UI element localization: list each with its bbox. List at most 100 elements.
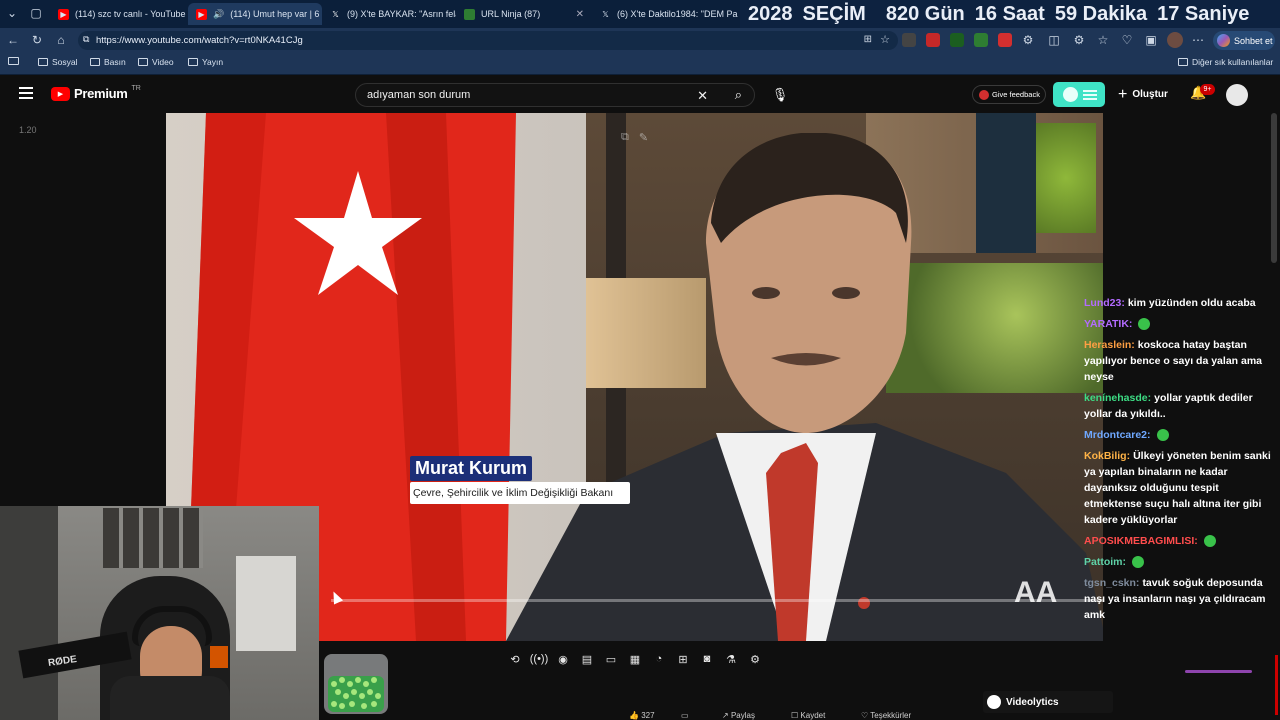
videolytics-button[interactable]: Videolytics <box>983 691 1113 713</box>
tab-title: (114) szc tv canlı - YouTube <box>75 9 186 19</box>
tab-3[interactable]: URL Ninja (87) ✕ <box>456 3 592 25</box>
back-icon[interactable]: ← <box>5 32 21 48</box>
bookmark-label: Diğer sık kullanılanlar <box>1192 57 1274 67</box>
address-bar[interactable]: ⧉ https://www.youtube.com/watch?v=rt0NKA… <box>78 31 898 50</box>
extension-icon[interactable] <box>926 33 940 47</box>
videolytics-label: Videolytics <box>1006 696 1059 708</box>
screenshot-camera-icon[interactable]: ◙ <box>698 650 716 668</box>
theater-mode-icon[interactable]: ▦ <box>626 650 644 668</box>
extension-toggle-button[interactable] <box>1053 82 1105 107</box>
live-broadcast-icon[interactable]: ((•)) <box>530 650 549 668</box>
chat-username[interactable]: APOSIKMEBAGIMLISI: <box>1084 535 1198 547</box>
favorites-icon[interactable]: ☆ <box>1095 32 1111 48</box>
speaker-title: Çevre, Şehircilik ve İklim Değişikliği B… <box>410 482 630 504</box>
thanks-label: Teşekkürler <box>870 711 912 720</box>
search-value: adıyaman son durum <box>367 89 471 101</box>
account-avatar[interactable] <box>1226 84 1248 106</box>
edit-icon[interactable]: ✎ <box>639 131 648 144</box>
workspaces-icon[interactable]: ▢ <box>28 5 44 21</box>
home-icon[interactable]: ⌂ <box>53 32 69 48</box>
feedback-label: Give feedback <box>992 90 1040 99</box>
search-icon[interactable]: ⌕ <box>735 87 742 103</box>
more-menu-icon[interactable]: ⋯ <box>1190 32 1206 48</box>
site-info-icon[interactable]: ⧉ <box>83 34 89 45</box>
copilot-chat-label: Sohbet et <box>1234 35 1273 46</box>
speed-gauge-icon[interactable]: ◔ <box>650 650 668 668</box>
settings-gear-icon[interactable]: ⚙ <box>746 650 764 668</box>
profile-avatar[interactable] <box>1167 32 1183 48</box>
hamburger-menu-icon[interactable] <box>19 87 33 99</box>
chat-username[interactable]: Mrdontcare2: <box>1084 429 1151 441</box>
extension-icon[interactable] <box>902 33 916 47</box>
speaker-icon: 🔊 <box>213 8 225 19</box>
loop-icon[interactable]: ⟲ <box>506 650 524 668</box>
split-screen-icon[interactable]: ◫ <box>1046 32 1062 48</box>
left-black-strip: 1.20 <box>0 113 166 507</box>
tab-2[interactable]: 𝕏 (9) X'te BAYKAR: "Asrın felak ✕ <box>322 3 456 25</box>
extensions-puzzle-icon[interactable]: ⚙ <box>1020 32 1036 48</box>
close-icon[interactable]: ✕ <box>576 9 584 20</box>
chat-message: Heraslein: koskoca hatay baştan yapılıyor… <box>1084 337 1274 385</box>
chat-username[interactable]: Lund23: <box>1084 297 1125 309</box>
save-button[interactable]: ☐ Kaydet <box>791 711 825 720</box>
youtube-premium-logo[interactable]: ▶ Premium TR <box>51 85 141 101</box>
youtube-masthead: ▶ Premium TR adıyaman son durum ✕ ⌕ 🎙 Gi… <box>0 76 1280 113</box>
create-label: Oluştur <box>1132 89 1168 100</box>
chat-username[interactable]: YARATIK: <box>1084 318 1132 330</box>
watch-later-icon[interactable]: ◉ <box>554 650 572 668</box>
ninja-icon <box>464 8 475 20</box>
countdown-label: SEÇİM <box>802 2 866 25</box>
reload-icon[interactable]: ↻ <box>29 32 45 48</box>
share-button[interactable]: ↗ Paylaş <box>722 711 755 720</box>
extension-icon[interactable] <box>950 33 964 47</box>
crop-icon[interactable]: ▭ <box>602 650 620 668</box>
overlay-controls[interactable]: ⧉ ✎ <box>621 131 648 144</box>
search-input[interactable]: adıyaman son durum ✕ ⌕ <box>355 83 755 107</box>
tab-4[interactable]: 𝕏 (6) X'te Daktilo1984: "DEM Pa ✕ <box>592 3 740 25</box>
bookmark-folder-yayin[interactable]: Yayın <box>188 57 223 67</box>
tab-0[interactable]: ▶ (114) szc tv canlı - YouTube ✕ <box>50 3 188 25</box>
favorite-star-icon[interactable]: ☆ <box>880 33 890 46</box>
browser-essentials-icon[interactable]: ♡ <box>1119 32 1135 48</box>
chat-username[interactable]: Heraslein: <box>1084 339 1135 351</box>
give-feedback-button[interactable]: Give feedback <box>972 85 1046 104</box>
url-text: https://www.youtube.com/watch?v=rt0NKA41… <box>96 35 303 46</box>
bookmark-folder-sosyal[interactable]: Sosyal <box>38 57 78 67</box>
copilot-chat-button[interactable]: Sohbet et <box>1213 31 1275 50</box>
extension-icon[interactable] <box>998 33 1012 47</box>
red-edge-marker <box>1275 655 1278 715</box>
tab-menu-chevron-icon[interactable]: ⌄ <box>4 5 20 21</box>
videolytics-icon <box>987 695 1001 709</box>
bookmarks-import-icon[interactable] <box>8 57 19 65</box>
chat-message: Mrdontcare2: <box>1084 427 1274 443</box>
thanks-button[interactable]: ♡ Teşekkürler <box>861 711 911 720</box>
lab-flask-icon[interactable]: ⚗ <box>722 650 740 668</box>
extension-icon[interactable] <box>974 33 988 47</box>
voice-search-mic-icon[interactable]: 🎙 <box>770 85 790 105</box>
chat-text: kim yüzünden oldu acaba <box>1127 297 1256 309</box>
chat-username[interactable]: KokBilig: <box>1084 450 1130 462</box>
picture-in-picture-icon[interactable]: ⧉ <box>621 131 629 144</box>
other-bookmarks-folder[interactable]: Diğer sık kullanılanlar <box>1178 57 1273 67</box>
youtube-icon: ▶ <box>58 8 69 20</box>
settings-icon[interactable]: ⚙ <box>1071 32 1087 48</box>
add-clip-icon[interactable]: ⊞ <box>674 650 692 668</box>
like-button[interactable]: 👍 327 <box>629 711 655 720</box>
app-available-icon[interactable]: ⊞ <box>864 34 872 45</box>
video-progress-bar[interactable] <box>331 599 1103 602</box>
clapper-icon[interactable]: ▤ <box>578 650 596 668</box>
bookmark-folder-basin[interactable]: Basın <box>90 57 126 67</box>
create-button[interactable]: + Oluştur <box>1118 85 1178 104</box>
dislike-button[interactable]: ▭ <box>681 711 689 720</box>
chat-emote-icon <box>1156 429 1169 442</box>
logo-region: TR <box>131 85 141 92</box>
scrollbar[interactable] <box>1271 113 1277 263</box>
notification-count-badge: 9+ <box>1200 84 1215 95</box>
collections-icon[interactable]: ▣ <box>1143 32 1159 48</box>
chat-username[interactable]: Pattoim: <box>1084 556 1126 568</box>
chat-username[interactable]: kenínehasde: <box>1084 392 1151 404</box>
tab-1[interactable]: ▶ 🔊 (114) Umut hep var | 6 ✕ <box>188 3 322 25</box>
bookmark-folder-video[interactable]: Video <box>138 57 174 67</box>
clear-search-icon[interactable]: ✕ <box>697 88 708 104</box>
chat-username[interactable]: tgsn_cskn: <box>1084 577 1139 589</box>
